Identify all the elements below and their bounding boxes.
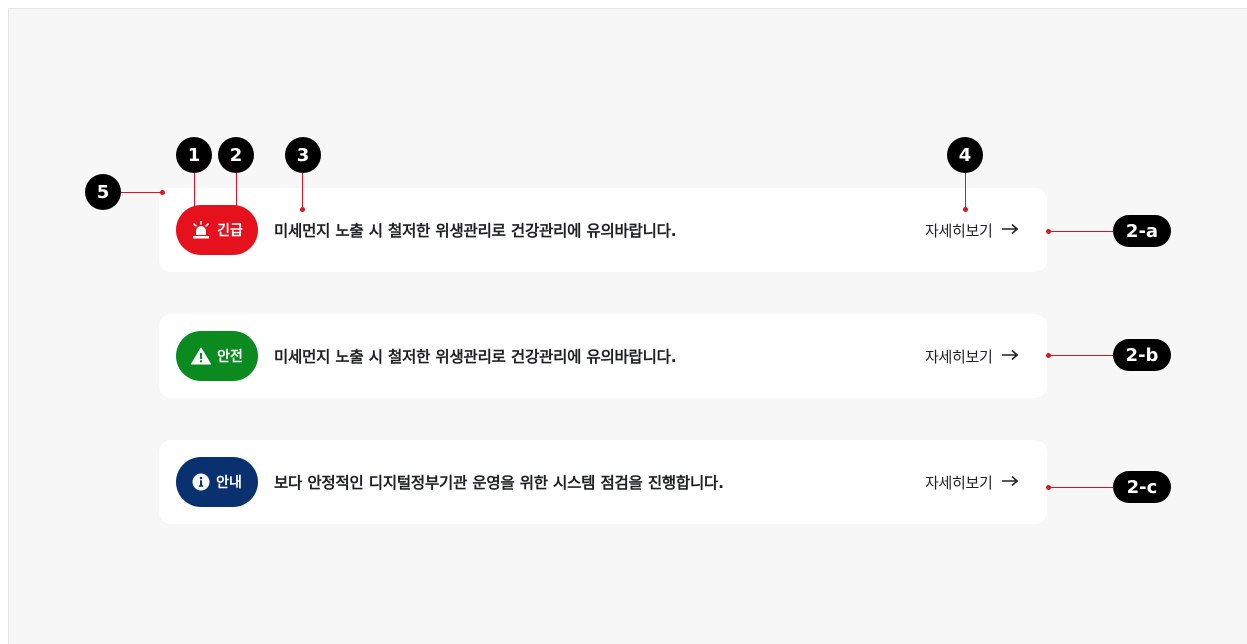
arrow-right-icon [1001,473,1019,491]
annotation-dot-3 [300,207,305,212]
annotation-marker-5: 5 [85,174,121,210]
badge-label: 안내 [216,475,242,491]
banner-message: 보다 안정적인 디지털정부기관 운영을 위한 시스템 점검을 진행합니다. [274,474,724,492]
banner-message: 미세먼지 노출 시 철저한 위생관리로 건강관리에 유의바랍니다. [274,222,677,240]
view-more-link[interactable]: 자세히보기 [925,314,1019,398]
annotation-marker-1: 1 [176,137,212,173]
annotation-marker-2: 2 [218,137,254,173]
view-more-label: 자세히보기 [925,473,993,492]
urgent-badge: 긴급 [176,205,258,255]
annotation-line-4 [965,173,966,209]
view-more-link[interactable]: 자세히보기 [925,188,1019,272]
badge-label: 긴급 [217,223,243,239]
banner-message: 미세먼지 노출 시 철저한 위생관리로 건강관리에 유의바랍니다. [274,348,677,366]
annotation-dot-1 [192,207,197,212]
badge-label: 안전 [217,349,243,365]
info-circle-icon [192,473,210,491]
emergency-banner-urgent: 긴급 미세먼지 노출 시 철저한 위생관리로 건강관리에 유의바랍니다. 자세히… [159,188,1047,272]
annotation-dot-4 [963,207,968,212]
emergency-banner-info: 안내 보다 안정적인 디지털정부기관 운영을 위한 시스템 점검을 진행합니다.… [159,440,1047,524]
view-more-link[interactable]: 자세히보기 [925,440,1019,524]
view-more-label: 자세히보기 [925,221,993,240]
arrow-right-icon [1001,347,1019,365]
annotation-dot-2 [234,207,239,212]
warning-triangle-icon [191,347,212,365]
annotation-line-1 [194,173,195,210]
annotation-line-2 [236,173,237,210]
annotation-dot-5 [160,190,165,195]
view-more-label: 자세히보기 [925,347,993,366]
variant-label-2b: 2-b [1113,339,1171,371]
variant-line-a [1049,231,1115,232]
emergency-banner-safe: 안전 미세먼지 노출 시 철저한 위생관리로 건강관리에 유의바랍니다. 자세히… [159,314,1047,398]
arrow-right-icon [1001,221,1019,239]
annotation-line-5 [121,192,162,193]
variant-label-2c: 2-c [1113,471,1171,503]
annotation-line-3 [302,173,303,209]
siren-icon [191,221,211,239]
annotation-marker-4: 4 [947,137,983,173]
annotation-marker-3: 3 [285,137,321,173]
variant-line-b [1049,355,1115,356]
safe-badge: 안전 [176,331,258,381]
variant-label-2a: 2-a [1113,215,1171,247]
variant-line-c [1049,487,1115,488]
info-badge: 안내 [176,457,258,507]
